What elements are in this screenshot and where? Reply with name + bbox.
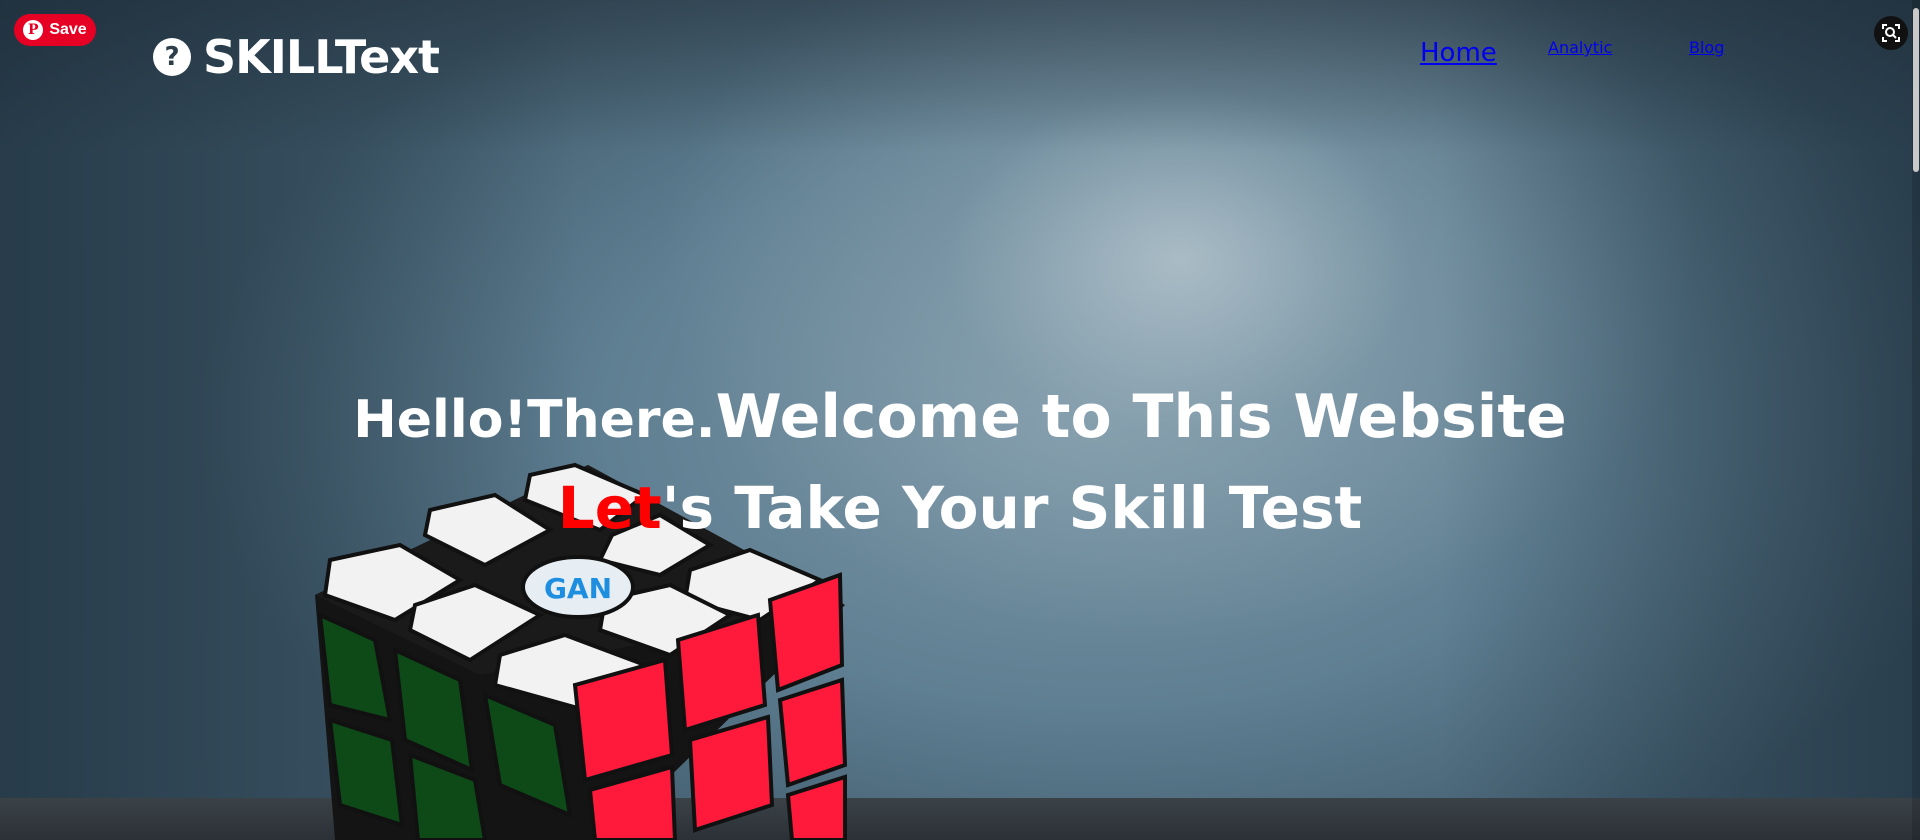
visual-search-icon — [1882, 24, 1900, 42]
pinterest-save-label: Save — [49, 21, 87, 38]
hero-headline-line1: Hello!There.Welcome to This Website — [0, 382, 1920, 452]
logo-text: SKILLText — [203, 30, 440, 84]
hero-welcome: Welcome to This Website — [715, 382, 1567, 452]
scrollbar-thumb[interactable] — [1913, 8, 1919, 172]
pinterest-save-button[interactable]: P Save — [14, 14, 96, 46]
question-circle-icon: ? — [153, 38, 191, 76]
hero-greeting: Hello!There. — [353, 390, 716, 450]
nav-blog-link[interactable]: Blog — [1689, 38, 1724, 57]
visual-search-button[interactable] — [1874, 16, 1908, 50]
hero-headline-line2: Let's Take Your Skill Test — [0, 474, 1920, 542]
pinterest-icon: P — [23, 20, 44, 40]
nav-home-link[interactable]: Home — [1420, 38, 1497, 68]
hero-accent-word: Let — [557, 474, 662, 542]
nav-analytic-link[interactable]: Analytic — [1548, 38, 1612, 57]
hero-tagline: 's Take Your Skill Test — [661, 474, 1363, 542]
floor-surface — [0, 798, 1920, 840]
site-logo[interactable]: ? SKILLText — [153, 30, 440, 84]
cube-logo: GAN — [544, 572, 612, 605]
